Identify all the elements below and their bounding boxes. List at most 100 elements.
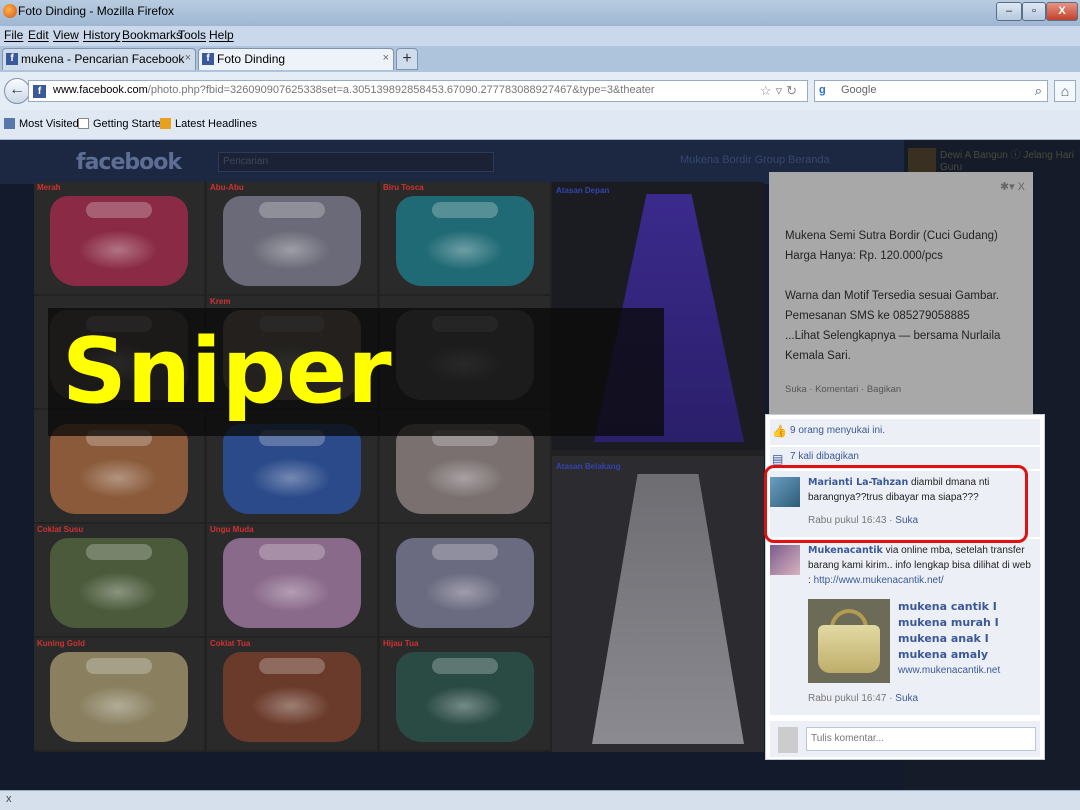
caption-line: Pemesanan SMS ke 085279058885 xyxy=(785,310,970,322)
tab-foto-dinding[interactable]: f Foto Dinding × xyxy=(198,48,394,70)
bag-handle xyxy=(86,202,152,218)
facebook-search-input[interactable]: Pencarian xyxy=(218,152,494,172)
tab-bar: f mukena - Pencarian Facebook × f Foto D… xyxy=(0,46,1080,72)
options-gear-icon[interactable]: ✱▾ X xyxy=(1000,180,1025,193)
page-icon xyxy=(78,118,89,129)
home-button[interactable]: ⌂ xyxy=(1054,80,1076,102)
google-icon[interactable]: g xyxy=(819,84,833,98)
bag-color-label: Coklat Susu xyxy=(37,525,84,534)
bag-embroidery xyxy=(251,458,331,498)
minimize-button[interactable]: – xyxy=(996,2,1022,21)
menu-tools[interactable]: Tools xyxy=(178,28,206,42)
maximize-button[interactable]: ▫ xyxy=(1022,2,1046,21)
menu-history[interactable]: History xyxy=(83,28,120,42)
navigation-bar: ← f www.facebook.com/photo.php?fbid=3260… xyxy=(0,72,1080,110)
post-actions[interactable]: Suka · Komentari · Bagikan xyxy=(785,384,901,395)
photo-caption-panel: ✱▾ X Mukena Semi Sutra Bordir (Cuci Guda… xyxy=(769,172,1033,422)
bookmark-getting-started[interactable]: Getting Started xyxy=(78,118,167,130)
menu-file[interactable]: File xyxy=(4,28,23,42)
bag-photo: Coklat Tua xyxy=(207,638,377,750)
likes-row[interactable]: 👍 9 orang menyukai ini. xyxy=(770,419,1040,445)
comment-author[interactable]: Mukenacantik xyxy=(808,545,883,556)
bag-embroidery xyxy=(424,686,504,726)
comment: Mukenacantik via online mba, setelah tra… xyxy=(770,539,1040,715)
preview-url[interactable]: www.mukenacantik.net xyxy=(898,665,1000,676)
bag-embroidery xyxy=(424,572,504,612)
facebook-favicon-icon: f xyxy=(33,85,46,98)
bag-photo xyxy=(380,524,550,636)
window-titlebar: Foto Dinding - Mozilla Firefox – ▫ X xyxy=(0,0,1080,26)
search-engine-label: Google xyxy=(841,84,877,96)
facebook-favicon-icon: f xyxy=(202,53,214,65)
bag-handle xyxy=(86,544,152,560)
bag-handle xyxy=(86,658,152,674)
see-more-link[interactable]: ...Lihat Selengkapnya — bersama Nurlaila xyxy=(785,330,1000,342)
search-bar[interactable]: g Google ⌕ xyxy=(814,80,1048,102)
menu-edit[interactable]: Edit xyxy=(28,28,49,42)
back-button[interactable]: ← xyxy=(4,78,30,104)
photo-viewer[interactable]: Merah Abu-Abu Biru Tosca Krem Coklat Susu Ung… xyxy=(34,182,764,752)
tab-close-icon[interactable]: × xyxy=(383,52,389,64)
shares-count[interactable]: 7 kali dibagikan xyxy=(790,451,859,462)
window-title: Foto Dinding - Mozilla Firefox xyxy=(18,4,175,18)
bag-handle xyxy=(432,544,498,560)
url-bar[interactable]: f www.facebook.com/photo.php?fbid=326090… xyxy=(28,80,808,102)
bag-thumbnail[interactable] xyxy=(808,599,890,683)
bag-embroidery xyxy=(78,230,158,270)
bag-embroidery xyxy=(251,230,331,270)
search-icon[interactable]: ⌕ xyxy=(1035,83,1042,99)
bag-photo: Kuning Gold xyxy=(34,638,204,750)
bag-embroidery xyxy=(424,230,504,270)
bag-handle xyxy=(432,202,498,218)
bag-color-label: Ungu Muda xyxy=(210,525,254,534)
close-window-button[interactable]: X xyxy=(1046,2,1078,21)
menu-help[interactable]: Help xyxy=(209,28,234,42)
menu-view[interactable]: View xyxy=(53,28,79,42)
bag-handle xyxy=(259,658,325,674)
bag-photo: Abu-Abu xyxy=(207,182,377,294)
preview-title[interactable]: mukena cantik I mukena murah I mukena an… xyxy=(898,599,999,663)
ticker-item[interactable]: Dewi A Bangun ⓘ Jelang Hari Guru xyxy=(940,150,1080,174)
tab-close-icon[interactable]: × xyxy=(185,52,191,64)
bag-color-label: Kuning Gold xyxy=(37,639,85,648)
comment-input[interactable]: Tulis komentar... xyxy=(806,727,1036,751)
menu-bar: File Edit View History Bookmarks Tools H… xyxy=(0,26,1080,46)
comment-body: Mukenacantik via online mba, setelah tra… xyxy=(808,543,1036,588)
website-link[interactable]: http://www.mukenacantik.net/ xyxy=(814,575,944,586)
bookmark-icon xyxy=(4,118,15,129)
thumbs-up-icon: 👍 xyxy=(772,424,787,438)
avatar[interactable] xyxy=(770,545,800,575)
link-preview[interactable]: mukena cantik I mukena murah I mukena an… xyxy=(808,599,1036,685)
bag-photo: Coklat Susu xyxy=(34,524,204,636)
caption-line: Warna dan Motif Tersedia sesuai Gambar. xyxy=(785,290,1000,302)
bag-embroidery xyxy=(251,686,331,726)
facebook-logo[interactable]: facebook xyxy=(76,150,182,175)
overlay-title: Sniper xyxy=(62,319,392,424)
facebook-home-link[interactable]: Beranda xyxy=(788,154,830,166)
bag-photo: Hijau Tua xyxy=(380,638,550,750)
bag-color-label: Biru Tosca xyxy=(383,183,424,192)
bag-photo: Ungu Muda xyxy=(207,524,377,636)
likes-count[interactable]: 9 orang menyukai ini. xyxy=(790,425,885,436)
caption-line: Harga Hanya: Rp. 120.000/pcs xyxy=(785,250,943,262)
bookmark-star-icon[interactable]: ☆▿↻ xyxy=(760,83,801,99)
rss-icon xyxy=(160,118,171,129)
url-text[interactable]: www.facebook.com/photo.php?fbid=32609090… xyxy=(53,84,753,96)
like-link[interactable]: Suka xyxy=(895,693,918,704)
bag-handle xyxy=(432,658,498,674)
facebook-user-link[interactable]: Mukena Bordir Group xyxy=(680,154,785,166)
tab-mukena-search[interactable]: f mukena - Pencarian Facebook × xyxy=(2,48,196,70)
share-icon: ▤ xyxy=(772,452,784,466)
bag-photo: Merah xyxy=(34,182,204,294)
bookmark-most-visited[interactable]: Most Visited xyxy=(4,118,79,130)
new-tab-button[interactable]: + xyxy=(396,48,418,70)
status-text: x xyxy=(6,793,12,805)
bookmarks-toolbar: Most Visited Getting Started Latest Head… xyxy=(0,110,1080,140)
bookmark-latest-headlines[interactable]: Latest Headlines xyxy=(160,118,257,130)
bag-color-label: Abu-Abu xyxy=(210,183,244,192)
bag-handle xyxy=(259,202,325,218)
menu-bookmarks[interactable]: Bookmarks xyxy=(122,28,182,42)
bag-embroidery xyxy=(78,572,158,612)
comment-timestamp: Rabu pukul 16:47 · Suka xyxy=(808,693,919,704)
bag-embroidery xyxy=(251,572,331,612)
